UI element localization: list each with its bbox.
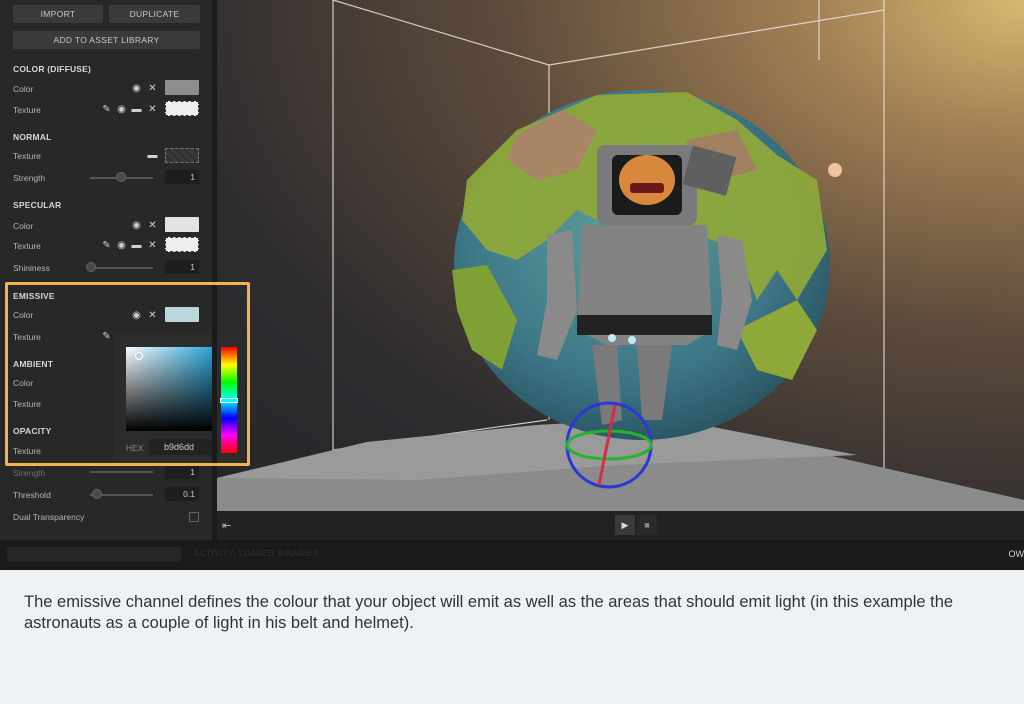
specular-shininess-knob[interactable] xyxy=(86,262,96,272)
specular-shininess-value[interactable]: 1 xyxy=(165,260,199,274)
caption-text: The emissive channel defines the colour … xyxy=(24,593,954,632)
folder-icon[interactable]: ▬ xyxy=(131,240,142,251)
diffuse-color-swatch[interactable] xyxy=(165,80,199,95)
normal-texture-slot[interactable] xyxy=(165,148,199,163)
folder-icon[interactable]: ▬ xyxy=(147,150,158,161)
specular-texture-slot[interactable] xyxy=(165,237,199,252)
status-input[interactable] xyxy=(7,547,181,562)
scene-illustration xyxy=(217,0,1024,511)
normal-strength-knob[interactable] xyxy=(116,172,126,182)
dual-transparency-label: Dual Transparency xyxy=(13,512,85,522)
status-right-label: OW xyxy=(1008,549,1024,559)
opacity-threshold-label: Threshold xyxy=(13,490,51,500)
specular-shininess-label: Shininess xyxy=(13,263,50,273)
emissive-highlight-frame xyxy=(5,282,250,466)
eye-icon[interactable]: ◉ xyxy=(131,83,142,94)
stop-button[interactable]: ■ xyxy=(637,515,657,535)
viewport-toolbar: ⇤ ▶ ■ xyxy=(217,511,1024,540)
eye-icon[interactable]: ◉ xyxy=(116,240,127,251)
opacity-threshold-value[interactable]: 0.1 xyxy=(165,487,199,501)
section-normal-title: NORMAL xyxy=(13,132,52,142)
specular-shininess-slider[interactable] xyxy=(90,267,153,269)
opacity-threshold-knob[interactable] xyxy=(92,489,102,499)
close-icon[interactable]: ✕ xyxy=(147,83,158,94)
duplicate-button[interactable]: DUPLICATE xyxy=(109,5,200,23)
section-diffuse-title: COLOR (DIFFUSE) xyxy=(13,64,92,74)
close-icon[interactable]: ✕ xyxy=(147,220,158,231)
stop-icon: ■ xyxy=(644,520,650,530)
dual-transparency-checkbox[interactable] xyxy=(189,512,199,522)
eye-icon[interactable]: ◉ xyxy=(131,220,142,231)
normal-texture-label: Texture xyxy=(13,151,41,161)
normal-strength-value[interactable]: 1 xyxy=(165,170,199,184)
3d-viewport[interactable] xyxy=(217,0,1024,511)
diffuse-texture-slot[interactable] xyxy=(165,101,199,116)
import-button[interactable]: IMPORT xyxy=(13,5,103,23)
close-icon[interactable]: ✕ xyxy=(147,104,158,115)
status-text: ACTIVITY: LOADED BINARIES xyxy=(194,549,319,558)
close-icon[interactable]: ✕ xyxy=(147,240,158,251)
pencil-icon[interactable]: ✎ xyxy=(101,240,112,251)
pencil-icon[interactable]: ✎ xyxy=(101,104,112,115)
opacity-strength-slider[interactable] xyxy=(90,471,153,473)
play-icon: ▶ xyxy=(621,520,629,530)
specular-color-label: Color xyxy=(13,221,34,231)
play-button[interactable]: ▶ xyxy=(615,515,635,535)
section-specular-title: SPECULAR xyxy=(13,200,62,210)
opacity-strength-label: Strength xyxy=(13,468,46,478)
normal-strength-label: Strength xyxy=(13,173,46,183)
eye-icon[interactable]: ◉ xyxy=(116,104,127,115)
opacity-strength-value[interactable]: 1 xyxy=(165,465,199,479)
diffuse-texture-label: Texture xyxy=(13,105,41,115)
status-bar: ACTIVITY: LOADED BINARIES OW xyxy=(0,540,1024,570)
specular-texture-label: Texture xyxy=(13,241,41,251)
specular-color-swatch[interactable] xyxy=(165,217,199,232)
exit-icon[interactable]: ⇤ xyxy=(222,519,231,532)
folder-icon[interactable]: ▬ xyxy=(131,104,142,115)
diffuse-color-label: Color xyxy=(13,84,34,94)
add-to-asset-library-button[interactable]: ADD TO ASSET LIBRARY xyxy=(13,31,200,49)
editor-screen: ⇤ ▶ ■ IMPORT DUPLICATE ADD TO ASSET LIBR… xyxy=(0,0,1024,570)
